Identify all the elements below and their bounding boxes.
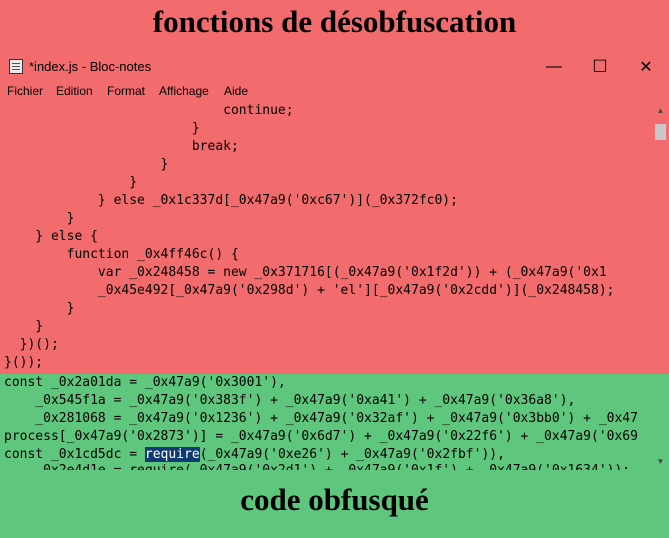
code-line: continue;: [4, 103, 294, 118]
vertical-scrollbar[interactable]: ▲ ▼: [652, 102, 669, 470]
code-line: _0x45e492[_0x47a9('0x298d') + 'el'][_0x4…: [4, 283, 615, 298]
window-title: *index.js - Bloc-notes: [29, 59, 152, 74]
text-editor[interactable]: continue; } break; } } } else _0x1c337d[…: [0, 102, 652, 470]
code-line: }: [4, 319, 44, 334]
menu-affichage[interactable]: Affichage: [159, 84, 209, 98]
code-line: var _0x248458 = new _0x371716[(_0x47a9('…: [4, 265, 607, 280]
maximize-button[interactable]: ☐: [577, 52, 623, 82]
code-line: } else {: [4, 229, 98, 244]
top-banner: fonctions de désobfuscation: [0, 0, 669, 52]
code-line: }: [4, 175, 138, 190]
code-line: break;: [4, 139, 239, 154]
code-line-partial: _0x2e4d1e = require(_0x47a9('0x2d1') + _…: [4, 462, 630, 470]
menu-aide[interactable]: Aide: [224, 84, 248, 98]
code-line: }: [4, 301, 75, 316]
code-line: }: [4, 211, 75, 226]
code-line: }());: [4, 355, 44, 370]
code-line: } else _0x1c337d[_0x47a9('0xc67')](_0x37…: [4, 193, 458, 208]
close-button[interactable]: ✕: [623, 52, 669, 82]
scrollbar-track-red: [652, 102, 669, 374]
scrollbar-thumb[interactable]: [655, 124, 666, 140]
notepad-window: *index.js - Bloc-notes — ☐ ✕ Fichier Edi…: [0, 52, 669, 470]
code-prefix: const _0x1cd5dc =: [4, 447, 145, 462]
code-line: _0x545f1a = _0x47a9('0x383f') + _0x47a9(…: [4, 393, 576, 408]
code-line: _0x281068 = _0x47a9('0x1236') + _0x47a9(…: [4, 411, 638, 426]
scroll-up-arrow-icon[interactable]: ▲: [652, 102, 669, 119]
menu-fichier[interactable]: Fichier: [7, 84, 43, 98]
menu-bar: Fichier Edition Format Affichage Aide: [0, 82, 669, 102]
notepad-icon: [9, 59, 23, 74]
top-caption: fonctions de désobfuscation: [152, 4, 517, 39]
code-line: }: [4, 157, 169, 172]
code-suffix: (_0x47a9('0xe26') + _0x47a9('0x2fbf')),: [199, 447, 505, 462]
menu-edition[interactable]: Edition: [56, 84, 93, 98]
code-line: process[_0x47a9('0x2873')] = _0x47a9('0x…: [4, 429, 638, 444]
code-line: })();: [4, 337, 59, 352]
code-line: }: [4, 121, 200, 136]
bottom-banner: code obfusqué: [0, 470, 669, 538]
code-line: function _0x4ff46c() {: [4, 247, 239, 262]
title-bar: *index.js - Bloc-notes — ☐ ✕: [0, 52, 669, 82]
menu-format[interactable]: Format: [107, 84, 145, 98]
scroll-down-arrow-icon[interactable]: ▼: [652, 453, 669, 470]
minimize-button[interactable]: —: [531, 52, 577, 82]
bottom-caption: code obfusqué: [240, 482, 429, 517]
selected-text: require: [144, 447, 200, 462]
code-line: const _0x2a01da = _0x47a9('0x3001'),: [4, 375, 286, 390]
